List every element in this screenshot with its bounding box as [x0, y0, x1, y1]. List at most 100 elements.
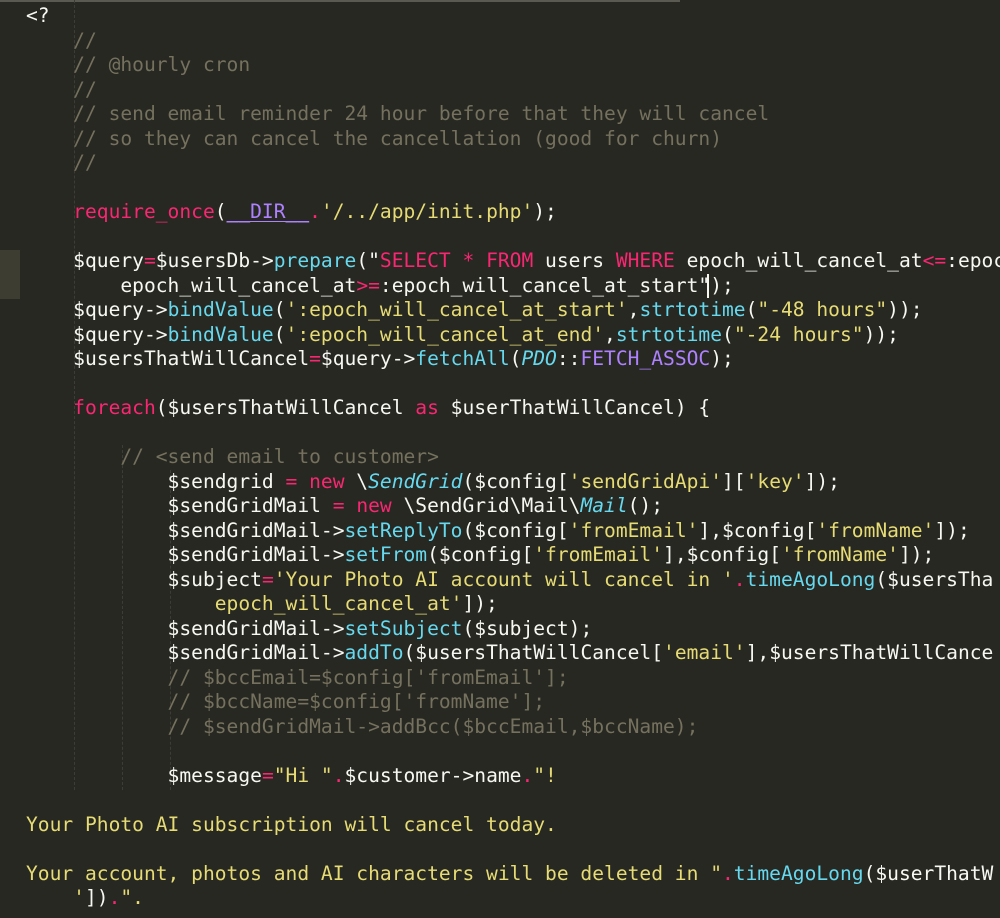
code-token: $query-> [26, 298, 168, 321]
code-token: // <send email to customer> [26, 445, 439, 468]
code-token: bindValue [167, 298, 274, 321]
code-token: Your Photo AI subscription will cancel t… [26, 812, 557, 836]
code-line[interactable]: $query=$usersDb->prepare("SELECT * FROM … [26, 249, 1000, 274]
code-line[interactable]: epoch_will_cancel_at>=:epoch_will_cancel… [26, 273, 733, 299]
code-line[interactable]: <? [26, 4, 50, 29]
code-line[interactable]: foreach($usersThatWillCancel as $userTha… [26, 396, 710, 421]
code-token: $message [26, 763, 262, 787]
code-token: ':epoch_will_cancel_at_start' [285, 298, 628, 321]
code-token: ($usersThatWillCancel[ [403, 641, 664, 664]
code-line[interactable]: epoch_will_cancel_at']); [26, 592, 498, 617]
code-line[interactable]: $sendGridMail->setReplyTo($config['fromE… [26, 519, 970, 544]
code-token: ':epoch_will_cancel_at_end' [285, 322, 605, 346]
code-line[interactable]: // [26, 151, 97, 176]
code-token: ( [722, 322, 734, 346]
code-token: "-24 hours" [733, 322, 864, 346]
code-token: ($config[ [462, 518, 569, 542]
code-token: $subject [26, 567, 262, 591]
code-line[interactable]: $sendGridMail->addTo($usersThatWillCance… [26, 641, 994, 666]
code-line[interactable]: $sendGridMail = new \SendGrid\Mail\Mail(… [26, 494, 663, 519]
code-token: = [261, 567, 274, 591]
code-token: $sendGridMail [26, 494, 333, 517]
code-token: strtotime [615, 322, 723, 346]
code-line[interactable]: // $bccEmail=$config['fromEmail']; [26, 666, 569, 691]
code-line[interactable]: // [26, 29, 97, 54]
code-token: $customer->name [344, 763, 522, 787]
code-token: :: [556, 347, 581, 370]
code-token: Mail [580, 494, 628, 517]
code-token: SendGrid [368, 469, 463, 493]
code-line[interactable]: // <send email to customer> [26, 445, 439, 470]
code-line[interactable]: Your account, photos and AI characters w… [26, 862, 993, 887]
code-line[interactable]: // @hourly cron [26, 53, 250, 78]
code-token: "-48 hours" [757, 298, 888, 321]
code-line[interactable]: ']).". [26, 886, 144, 911]
code-token: // @hourly cron [26, 53, 251, 76]
code-token: ],$usersThatWillCance [745, 641, 994, 664]
code-token: // so they can cancel the cancellation (… [26, 126, 722, 150]
code-token: // $bccEmail=$config['fromEmail']; [26, 665, 569, 689]
code-token: ]); [934, 518, 970, 542]
code-token: $query [26, 249, 144, 272]
code-line[interactable]: require_once(__DIR__.'/../app/init.php')… [26, 200, 557, 225]
code-token: ],$config[ [698, 518, 817, 542]
code-token: PDO [521, 347, 557, 370]
code-token: new [356, 494, 392, 517]
code-token: $sendGridMail-> [26, 641, 345, 664]
code-token: . [521, 763, 534, 787]
code-line[interactable]: $usersThatWillCancel=$query->fetchAll(PD… [26, 347, 734, 372]
code-token: FETCH_ASSOC [580, 347, 711, 370]
code-editor[interactable]: <? // // @hourly cron // // send email r… [0, 0, 1000, 918]
current-line-gutter-marker [0, 250, 20, 299]
code-line[interactable]: // $sendGridMail->addBcc($bccEmail,$bccN… [26, 715, 699, 740]
code-token: = [309, 347, 321, 370]
code-line[interactable]: // so they can cancel the cancellation (… [26, 127, 722, 152]
code-line[interactable]: $query->bindValue(':epoch_will_cancel_at… [26, 323, 899, 348]
code-token: addTo [344, 641, 404, 664]
code-line[interactable]: $query->bindValue ( ':epoch_will_cancel_at… [26, 298, 922, 323]
code-token: as [415, 396, 439, 419]
code-token: setReplyTo [344, 518, 463, 542]
code-token: ($usersTha [875, 567, 994, 591]
code-token: // send email reminder 24 hour before th… [26, 102, 770, 125]
code-token: , [627, 298, 640, 321]
code-token: $sendgrid [26, 469, 286, 493]
code-token: $sendGridMail-> [26, 616, 345, 640]
code-token: setSubject [344, 616, 463, 640]
code-line[interactable]: // $bccName=$config['fromName']; [26, 690, 546, 715]
code-token: // [26, 77, 97, 101]
code-token: 'fromName' [781, 543, 899, 566]
code-token: foreach [26, 396, 156, 419]
code-token: ( [745, 298, 758, 321]
code-token: . [722, 861, 734, 885]
code-token: // [26, 151, 97, 174]
code-token: epoch_will_cancel_at [26, 273, 357, 297]
code-token: 'fromEmail' [568, 518, 699, 542]
code-token: require_once [26, 200, 215, 223]
code-line[interactable]: $message="Hi ".$customer->name."! [26, 764, 557, 789]
code-token: 'Your Photo AI account will cancel in ' [273, 567, 734, 591]
code-token: '/../app/init.php' [320, 200, 534, 223]
code-token: ]); [804, 469, 840, 493]
code-line[interactable]: $sendgrid = new \SendGrid($config['sendG… [26, 470, 840, 495]
code-token: 'key' [745, 469, 805, 493]
code-token: ( [214, 200, 227, 223]
code-token: ' [26, 886, 85, 909]
code-line[interactable]: // [26, 78, 97, 103]
code-line[interactable]: $subject='Your Photo AI account will can… [26, 567, 994, 593]
code-token: WHERE [615, 249, 675, 272]
code-token: $query-> [26, 322, 168, 346]
code-line[interactable]: // send email reminder 24 hour before th… [26, 102, 769, 127]
text-cursor [707, 274, 709, 298]
code-token: $sendGridMail-> [26, 518, 345, 542]
code-token: . [332, 763, 345, 787]
code-token: <? [26, 4, 50, 27]
code-line[interactable]: $sendGridMail->setSubject($subject); [26, 616, 593, 642]
code-token: . [108, 886, 121, 909]
code-token: timeAgoLong [733, 861, 864, 885]
code-token: ],$config[ [663, 543, 781, 566]
code-line[interactable]: $sendGridMail->setFrom($config['fromEmai… [26, 543, 935, 568]
code-token: , [604, 322, 616, 346]
code-token: epoch_will_cancel_at [674, 249, 923, 272]
code-line[interactable]: Your Photo AI subscription will cancel t… [26, 813, 557, 838]
